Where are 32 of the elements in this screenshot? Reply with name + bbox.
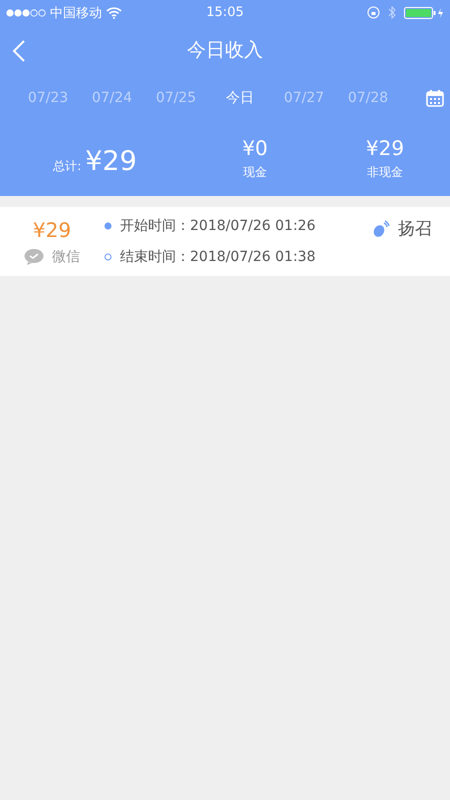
wifi-icon — [106, 6, 122, 18]
non-cash-label: 非现金 — [367, 164, 403, 180]
start-dot-icon — [104, 222, 112, 230]
end-time: 结束时间：2018/07/26 01:38 — [120, 248, 316, 266]
signal-icon — [6, 8, 46, 16]
date-tab[interactable]: 今日 — [208, 88, 272, 106]
cash-amount: ¥0 — [242, 136, 268, 160]
total-amount: ¥29 — [85, 146, 137, 176]
start-time: 开始时间：2018/07/26 01:26 — [120, 217, 316, 235]
calendar-icon[interactable] — [426, 88, 444, 106]
end-dot-icon — [104, 253, 112, 261]
clock-time: 15:05 — [206, 5, 244, 20]
carrier-name: 中国移动 — [50, 4, 102, 22]
order-amount: ¥29 — [32, 218, 72, 242]
total-label: 总计: — [53, 158, 82, 174]
cash-label: 现金 — [243, 164, 267, 180]
payment-method: 微信 — [52, 248, 80, 266]
back-icon[interactable] — [12, 39, 26, 63]
rotation-lock-icon — [367, 6, 380, 19]
order-card[interactable]: ¥29 微信 开始时间：2018/07/26 01:26 结束时间：2018/07/26 01:38 扬召 — [0, 207, 450, 276]
date-tab[interactable]: 07/24 — [80, 90, 144, 106]
date-tab[interactable]: 07/27 — [272, 90, 336, 106]
non-cash-amount: ¥29 — [366, 136, 404, 160]
chat-bubble-icon — [24, 248, 44, 265]
date-tab[interactable]: 07/23 — [16, 90, 80, 106]
battery-icon — [404, 6, 444, 18]
order-type: 扬召 — [398, 218, 432, 240]
date-tab[interactable]: 07/25 — [144, 90, 208, 106]
hail-signal-icon — [372, 220, 390, 238]
page-title: 今日收入 — [187, 38, 263, 63]
bluetooth-icon — [388, 6, 396, 19]
date-tab[interactable]: 07/28 — [336, 90, 400, 106]
